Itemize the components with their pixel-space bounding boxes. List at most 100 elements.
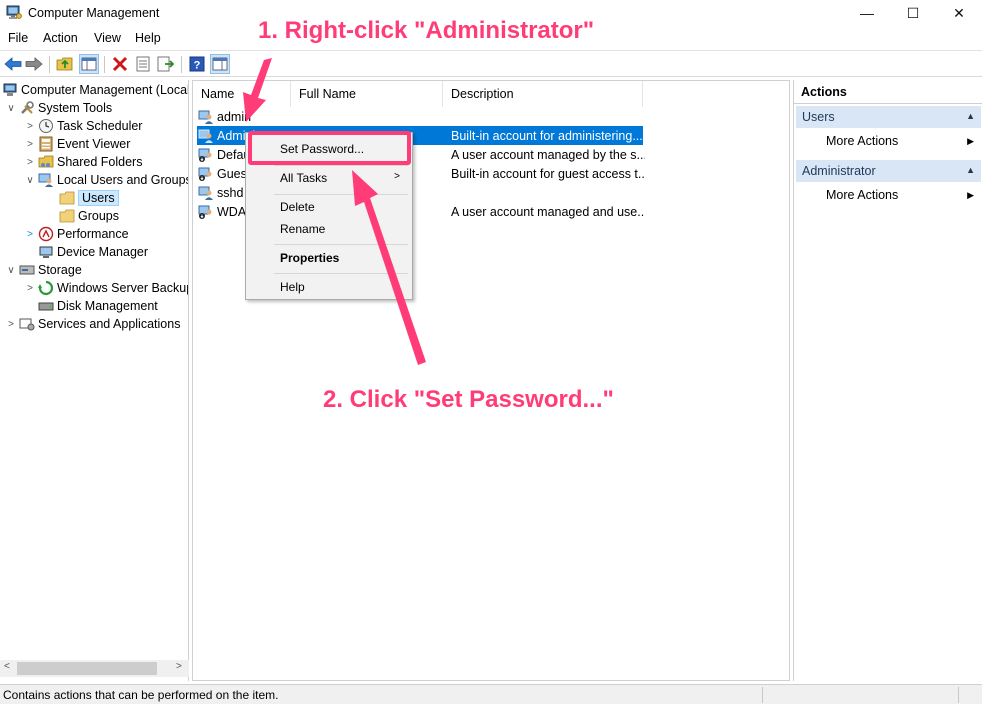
user-icon	[198, 186, 213, 200]
close-button[interactable]: ✕	[936, 0, 982, 26]
disabled-user-icon	[198, 205, 212, 219]
delete-icon[interactable]	[110, 54, 130, 74]
tree-item-storage[interactable]: ∨ Storage	[5, 261, 81, 279]
list-item[interactable]: admin	[197, 107, 643, 126]
menu-separator	[274, 165, 408, 166]
menu-item-all-tasks[interactable]: All Tasks	[280, 171, 327, 185]
show-hide-action-pane-icon[interactable]	[210, 54, 230, 74]
menu-view[interactable]: View	[94, 31, 121, 45]
tree-item-computer-management[interactable]: Computer Management (Local	[0, 81, 188, 99]
chevron-right-icon[interactable]: >	[24, 121, 36, 132]
chevron-right-icon[interactable]: >	[24, 157, 36, 168]
chevron-right-icon[interactable]: >	[24, 229, 36, 240]
user-icon	[198, 110, 213, 124]
menu-separator	[274, 194, 408, 195]
menu-action[interactable]: Action	[43, 31, 78, 45]
menu-item-properties[interactable]: Properties	[280, 251, 339, 265]
scroll-left-icon[interactable]: <	[4, 661, 10, 672]
tree-item-performance[interactable]: > Performance	[24, 225, 129, 243]
disk-icon	[38, 302, 54, 311]
menu-file[interactable]: File	[8, 31, 28, 45]
maximize-button[interactable]: ☐	[890, 0, 936, 26]
annotation-step-1: 1. Right-click "Administrator"	[258, 17, 595, 44]
user-icon	[198, 129, 213, 143]
svg-text:?: ?	[194, 60, 201, 72]
toolbar-separator	[104, 56, 105, 73]
folder-icon	[59, 191, 75, 205]
chevron-down-icon[interactable]: ∨	[24, 175, 36, 186]
annotation-step-2: 2. Click "Set Password..."	[323, 386, 614, 413]
up-folder-icon[interactable]	[55, 54, 75, 74]
column-header-name[interactable]: Name	[193, 81, 291, 107]
show-hide-tree-icon[interactable]	[79, 54, 99, 74]
tools-icon	[21, 101, 34, 114]
menu-item-rename[interactable]: Rename	[280, 222, 325, 236]
menu-help[interactable]: Help	[135, 31, 161, 45]
chevron-down-icon[interactable]: ∨	[5, 265, 17, 276]
menu-item-help[interactable]: Help	[280, 280, 305, 294]
event-viewer-icon	[39, 136, 53, 152]
more-actions-users[interactable]: More Actions	[826, 134, 976, 148]
collapse-triangle-icon[interactable]: ▲	[966, 111, 975, 121]
tree-item-device-manager[interactable]: Device Manager	[36, 243, 148, 261]
computer-icon	[3, 83, 17, 96]
folder-icon	[59, 209, 75, 223]
disabled-user-icon	[198, 148, 212, 162]
tree-item-shared-folders[interactable]: > Shared Folders	[24, 153, 142, 171]
menu-separator	[274, 273, 408, 274]
export-list-icon[interactable]	[156, 54, 176, 74]
tree-item-users[interactable]: Users	[57, 189, 119, 207]
tree-item-disk-management[interactable]: Disk Management	[36, 297, 158, 315]
users-group-icon	[38, 173, 53, 187]
window-title: Computer Management	[28, 6, 160, 20]
disabled-user-icon	[198, 167, 212, 181]
storage-icon	[19, 265, 35, 275]
chevron-right-icon[interactable]: >	[24, 283, 36, 294]
minimize-button[interactable]: —	[844, 0, 890, 26]
status-bar: Contains actions that can be performed o…	[0, 684, 982, 704]
back-arrow-icon[interactable]	[3, 54, 23, 74]
computer-management-icon	[6, 5, 22, 19]
actions-section-users[interactable]: Users ▲	[796, 106, 981, 128]
status-divider	[762, 687, 763, 703]
tree-item-services-and-applications[interactable]: > Services and Applications	[5, 315, 180, 333]
actions-section-administrator[interactable]: Administrator ▲	[796, 160, 981, 182]
tree-item-groups[interactable]: Groups	[57, 207, 119, 225]
properties-icon[interactable]	[133, 54, 153, 74]
toolbar: ?	[0, 50, 982, 77]
chevron-down-icon[interactable]: ∨	[5, 103, 17, 114]
help-icon[interactable]: ?	[187, 54, 207, 74]
collapse-triangle-icon[interactable]: ▲	[966, 165, 975, 175]
chevron-right-icon[interactable]: >	[24, 139, 36, 150]
menu-item-delete[interactable]: Delete	[280, 200, 315, 214]
tree-item-local-users-and-groups[interactable]: ∨ Local Users and Groups	[24, 171, 188, 189]
services-icon	[19, 318, 35, 331]
actions-pane: Actions Users ▲ More Actions ▶ Administr…	[793, 80, 982, 681]
forward-arrow-icon[interactable]	[24, 54, 44, 74]
set-password-highlight	[248, 131, 411, 165]
status-divider	[958, 687, 959, 703]
actions-title: Actions	[794, 80, 982, 104]
submenu-arrow-icon: ▶	[967, 136, 974, 146]
tree-item-task-scheduler[interactable]: > Task Scheduler	[24, 117, 142, 135]
clock-icon	[39, 119, 53, 133]
tree-item-system-tools[interactable]: ∨ System Tools	[5, 99, 112, 117]
menu-separator	[274, 244, 408, 245]
column-header-full-name[interactable]: Full Name	[291, 81, 443, 107]
scrollbar-thumb[interactable]	[17, 662, 157, 675]
performance-icon	[38, 226, 54, 242]
tree-item-windows-server-backup[interactable]: > Windows Server Backup	[24, 279, 188, 297]
submenu-arrow-icon: ▶	[967, 190, 974, 200]
tree-item-event-viewer[interactable]: > Event Viewer	[24, 135, 130, 153]
chevron-right-icon[interactable]: >	[5, 319, 17, 330]
tree-horizontal-scrollbar[interactable]: < >	[0, 660, 189, 677]
submenu-arrow-icon: >	[394, 171, 400, 182]
toolbar-separator	[181, 56, 182, 73]
more-actions-administrator[interactable]: More Actions	[826, 188, 976, 202]
console-tree[interactable]: Computer Management (Local ∨ System Tool…	[0, 80, 189, 681]
scroll-right-icon[interactable]: >	[176, 661, 182, 672]
column-header-description[interactable]: Description	[443, 81, 643, 107]
shared-folder-icon	[38, 155, 54, 168]
backup-icon	[38, 280, 54, 296]
device-manager-icon	[39, 246, 53, 258]
